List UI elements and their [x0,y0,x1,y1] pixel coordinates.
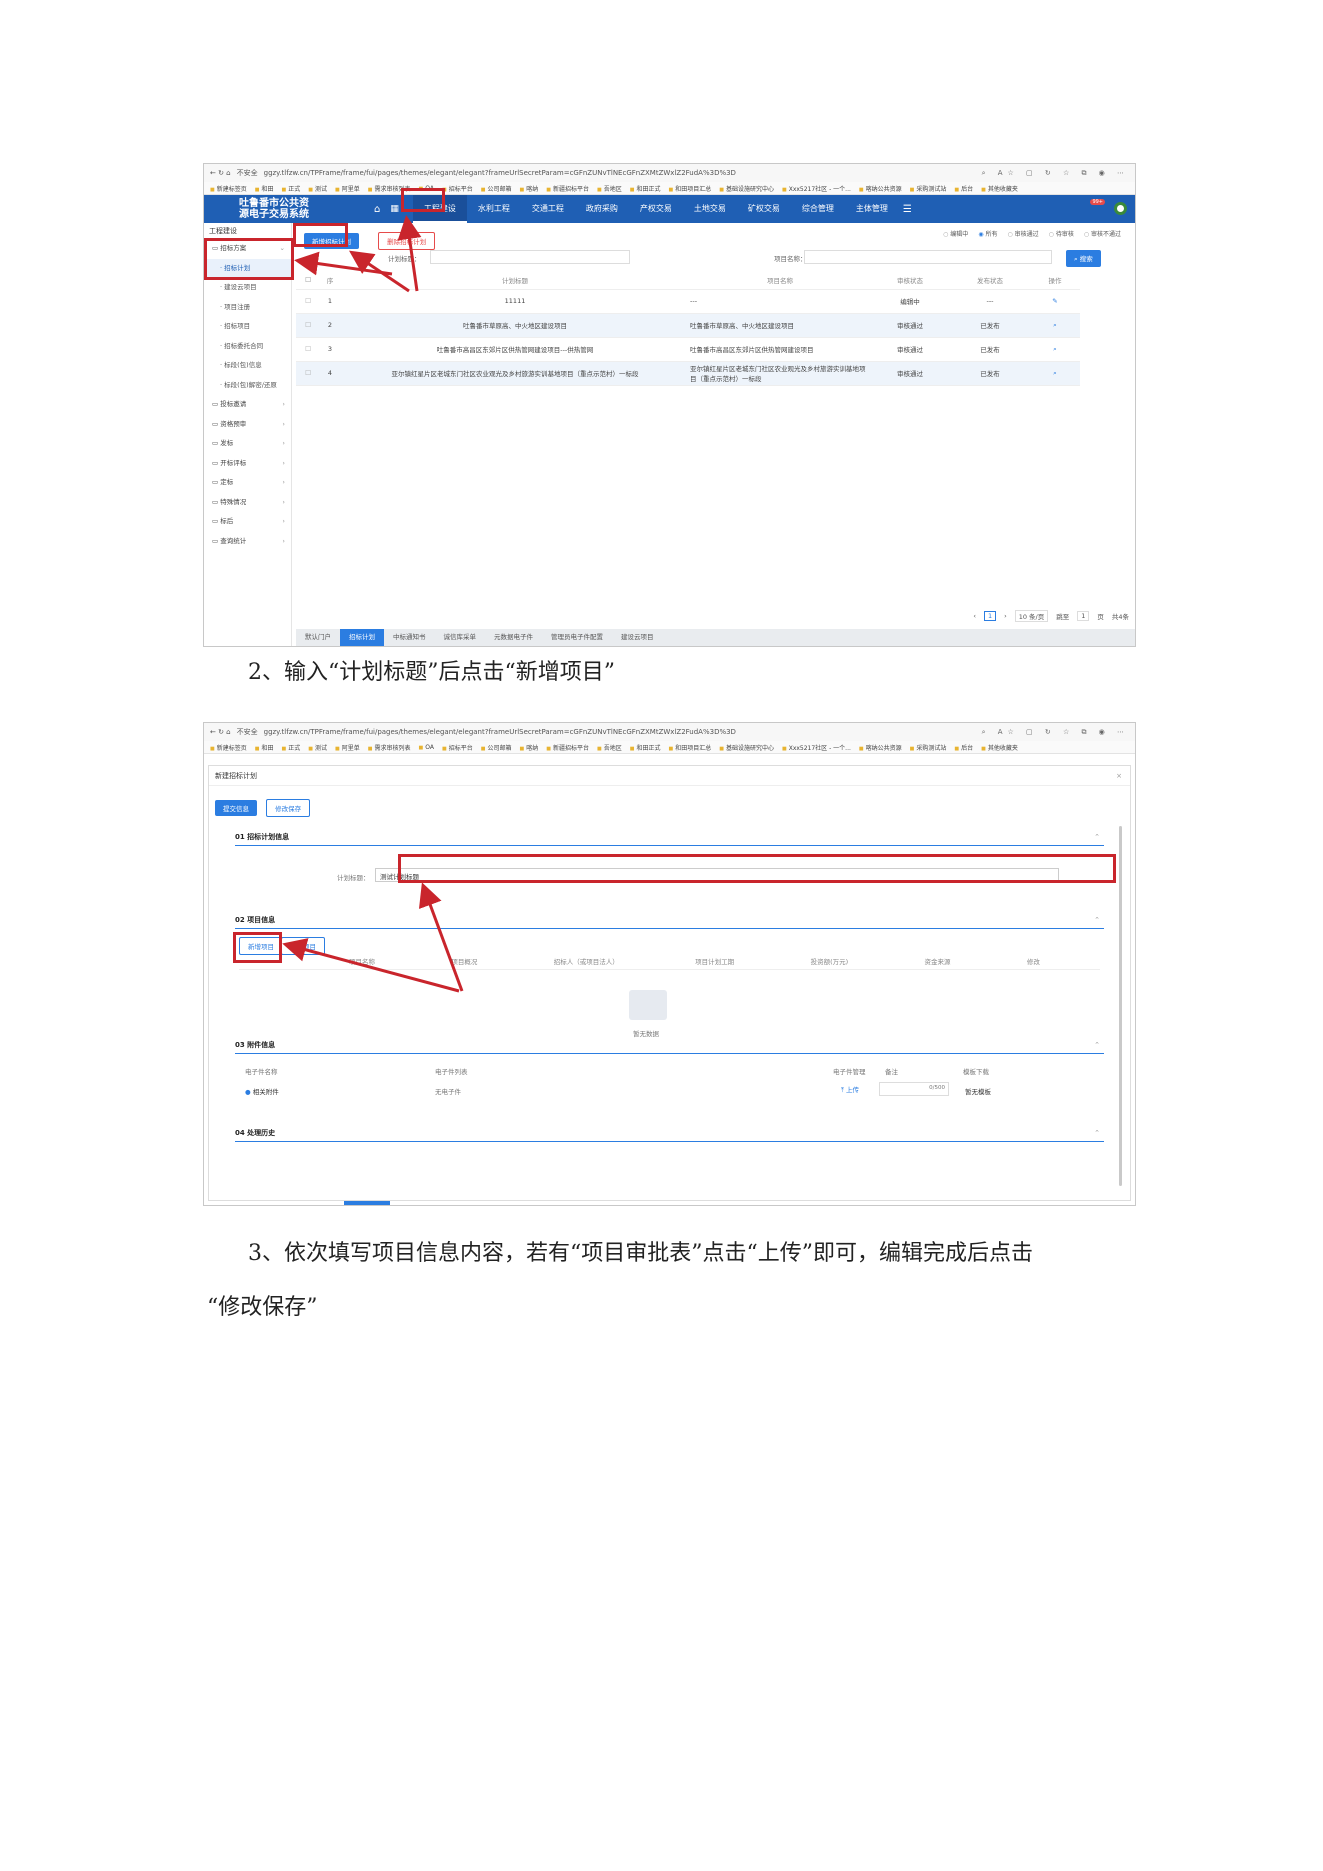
arrow-to-plan-title [418,882,464,992]
arrow-to-add-project [282,938,460,993]
screenshot-new-plan-modal: ← ↻ ⌂ 不安全 ggzy.tlfzw.cn/TPFrame/frame/fu… [203,722,1136,1206]
step3-caption-line2: “修改保存” [207,1295,318,1320]
annotation-arrows [282,882,464,993]
arrow-to-nav-tab [397,215,422,292]
annotation-arrows [294,215,422,293]
screenshot-plan-list: ← ↻ ⌂ 不安全 ggzy.tlfzw.cn/TPFrame/frame/fu… [203,163,1136,647]
step2-caption: 2、输入“计划标题”后点击“新增项目” [248,660,615,685]
step3-caption-line1: 3、依次填写项目信息内容，若有“项目审批表”点击“上传”即可，编辑完成后点击 [248,1241,1033,1266]
arrow-to-sidebar [294,251,393,276]
